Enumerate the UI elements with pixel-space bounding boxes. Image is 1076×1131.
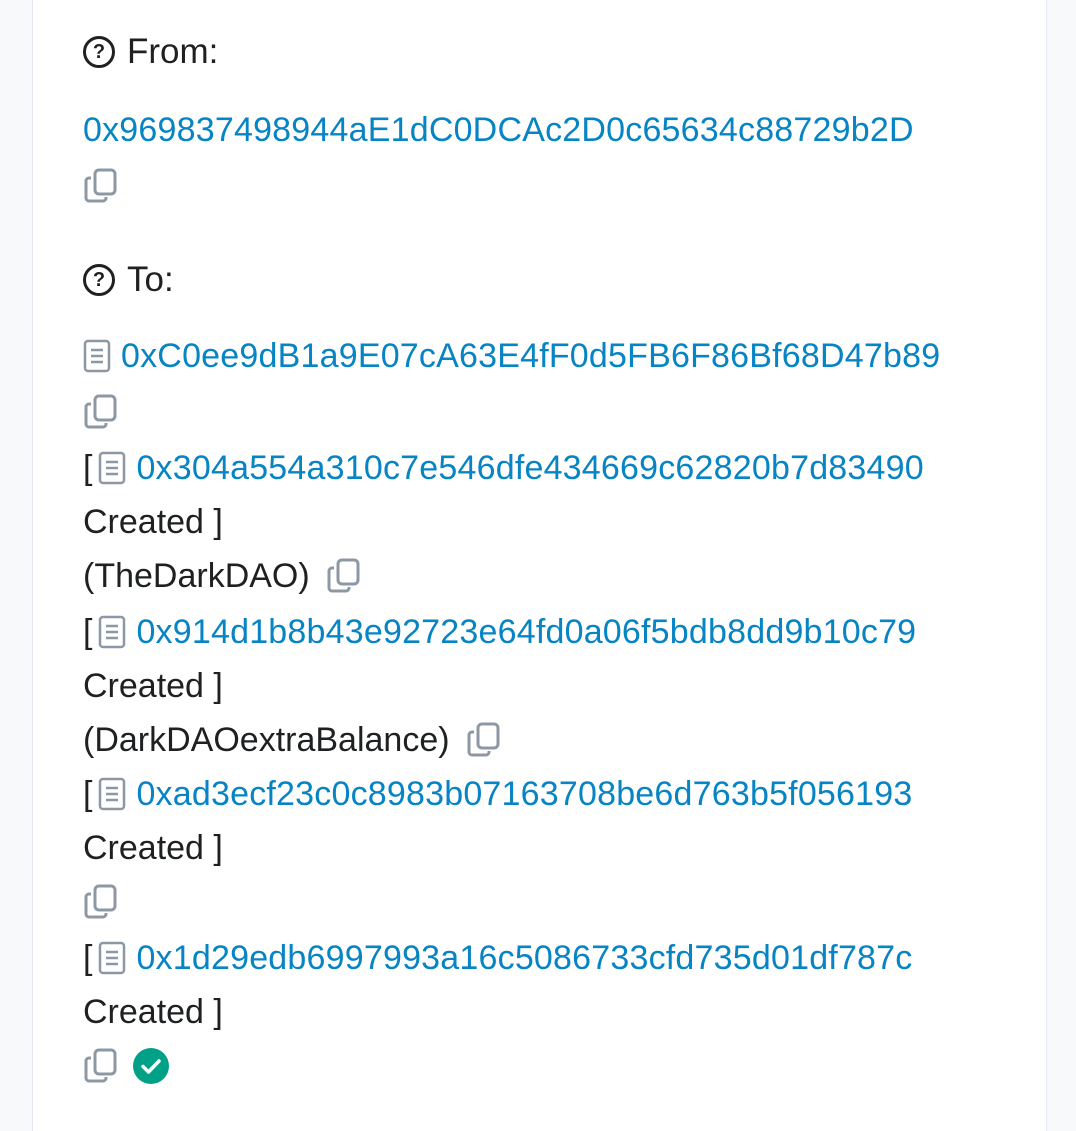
check-circle-icon xyxy=(133,1048,169,1084)
question-circle-icon[interactable]: ? xyxy=(83,36,115,68)
copy-icon[interactable] xyxy=(83,883,119,921)
created-text: Created ] xyxy=(83,502,223,541)
open-bracket: [ xyxy=(83,448,93,487)
to-label: ? To: xyxy=(83,260,174,300)
created-text: Created ] xyxy=(83,666,223,705)
contract-name-row: (DarkDAOextraBalance) xyxy=(83,712,502,768)
contract-name: (DarkDAOextraBalance) xyxy=(83,720,450,759)
created-contract-row: [ 0x1d29edb6997993a16c5086733cfd735d01df… xyxy=(83,930,912,986)
copy-row xyxy=(83,874,119,930)
question-circle-icon[interactable]: ? xyxy=(83,264,115,296)
to-label-text: To: xyxy=(127,260,174,299)
copy-icon[interactable] xyxy=(326,557,362,595)
created-contract-address-link[interactable]: 0x304a554a310c7e546dfe434669c62820b7d834… xyxy=(136,449,923,488)
file-contract-icon xyxy=(99,777,126,811)
file-contract-icon xyxy=(99,941,126,975)
contract-name-row: (TheDarkDAO) xyxy=(83,548,362,604)
created-text-row: Created ] xyxy=(83,984,223,1040)
created-contract-row: [ 0xad3ecf23c0c8983b07163708be6d763b5f05… xyxy=(83,766,912,822)
open-bracket: [ xyxy=(83,774,93,813)
from-label-text: From: xyxy=(127,32,219,71)
to-label-row: ? To: xyxy=(83,252,174,308)
to-copy-row xyxy=(83,384,119,440)
created-text-row: Created ] xyxy=(83,820,223,876)
copy-icon[interactable] xyxy=(83,393,119,431)
from-label-row: ? From: xyxy=(83,24,218,80)
created-text: Created ] xyxy=(83,828,223,867)
file-contract-icon xyxy=(83,339,111,373)
from-copy-row xyxy=(83,158,119,214)
created-contract-address-link[interactable]: 0xad3ecf23c0c8983b07163708be6d763b5f0561… xyxy=(136,775,912,814)
to-address-link[interactable]: 0xC0ee9dB1a9E07cA63E4fF0d5FB6F86Bf68D47b… xyxy=(121,337,940,376)
from-address-link[interactable]: 0x969837498944aE1dC0DCAc2D0c65634c88729b… xyxy=(83,111,914,150)
copy-icon[interactable] xyxy=(466,721,502,759)
copy-icon[interactable] xyxy=(83,1047,119,1085)
from-address-row: 0x969837498944aE1dC0DCAc2D0c65634c88729b… xyxy=(83,102,914,158)
copy-verified-row xyxy=(83,1038,169,1094)
created-text-row: Created ] xyxy=(83,658,223,714)
created-contract-row: [ 0x304a554a310c7e546dfe434669c62820b7d8… xyxy=(83,440,924,496)
file-contract-icon xyxy=(99,451,126,485)
open-bracket: [ xyxy=(83,938,93,977)
created-text-row: Created ] xyxy=(83,494,223,550)
copy-icon[interactable] xyxy=(83,167,119,205)
open-bracket: [ xyxy=(83,612,93,651)
to-address-row: 0xC0ee9dB1a9E07cA63E4fF0d5FB6F86Bf68D47b… xyxy=(83,328,940,384)
contract-name: (TheDarkDAO) xyxy=(83,556,310,595)
created-text: Created ] xyxy=(83,992,223,1031)
file-contract-icon xyxy=(99,615,126,649)
transaction-card: ? From: 0x969837498944aE1dC0DCAc2D0c6563… xyxy=(32,0,1047,1131)
from-label: ? From: xyxy=(83,32,218,72)
created-contract-row: [ 0x914d1b8b43e92723e64fd0a06f5bdb8dd9b1… xyxy=(83,604,916,660)
created-contract-address-link[interactable]: 0x914d1b8b43e92723e64fd0a06f5bdb8dd9b10c… xyxy=(136,613,916,652)
created-contract-address-link[interactable]: 0x1d29edb6997993a16c5086733cfd735d01df78… xyxy=(136,939,912,978)
